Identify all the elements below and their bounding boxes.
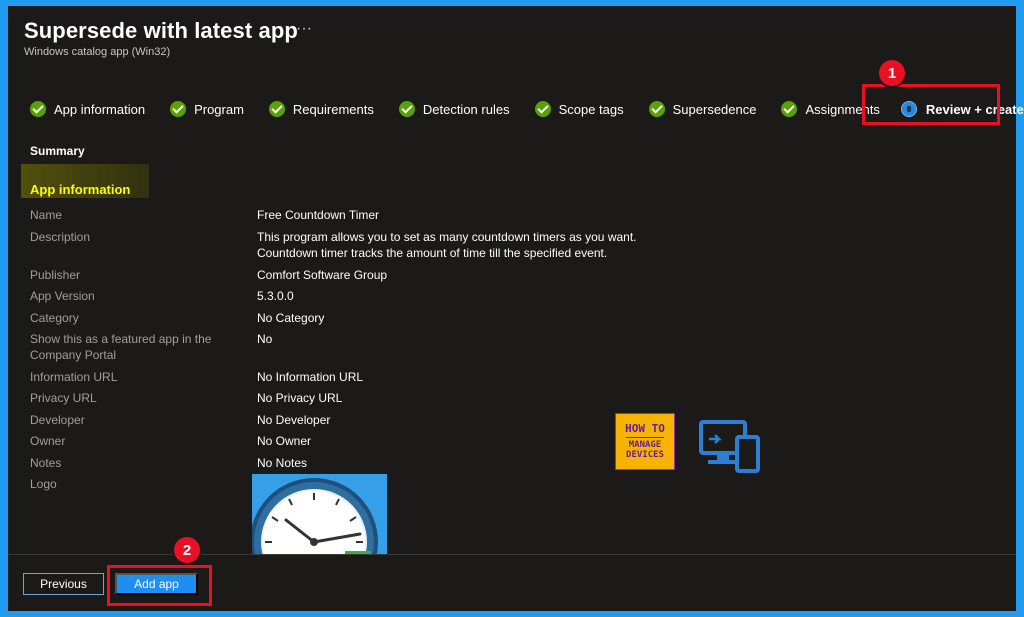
check-circle-icon [268,101,285,117]
step-program[interactable]: Program [170,101,244,117]
check-circle-icon [534,101,551,117]
row-value: No Information URL [257,370,364,384]
row-key: Logo [30,477,57,491]
check-circle-icon [648,101,665,117]
row-value: No Privacy URL [257,391,343,405]
app-logo-image [252,474,387,555]
step-label: Supersedence [672,101,757,117]
row-key-line: Show this as a featured app in the [30,332,212,346]
page-title: Supersede with latest app [24,18,298,43]
row-key: App Version [30,289,95,303]
callout-badge-1: 1 [879,60,905,86]
row-value: This program allows you to set as many c… [257,229,677,261]
row-key: Notes [30,456,62,470]
row-value: No Owner [257,434,312,448]
callout-box-add-app [107,565,212,606]
page-subtitle: Windows catalog app (Win32) [24,46,171,58]
step-requirements[interactable]: Requirements [268,101,374,117]
previous-button[interactable]: Previous [23,573,104,595]
footer-divider [8,554,1016,555]
row-key: Show this as a featured app in the Compa… [30,331,230,363]
step-label: App information [54,101,146,117]
row-key: Privacy URL [30,391,97,405]
step-label: Detection rules [422,101,510,117]
row-key: Owner [30,434,66,448]
check-circle-icon [170,101,187,117]
step-app-information[interactable]: App information [30,101,145,117]
step-detection-rules[interactable]: Detection rules [398,101,510,117]
step-label: Requirements [292,101,374,117]
check-circle-icon [781,101,798,117]
row-value-line: This program allows you to set as many c… [257,230,637,244]
more-options-button[interactable]: ··· [296,20,312,38]
step-supersedence[interactable]: Supersedence [648,101,757,117]
row-value: No Developer [257,413,331,427]
row-key: Information URL [30,370,118,384]
step-scope-tags[interactable]: Scope tags [534,101,624,117]
devices-icon [699,420,760,473]
row-key-line: Company Portal [30,348,117,362]
step-label: Program [194,101,244,117]
clock-icon [252,478,378,555]
row-key: Developer [30,413,85,427]
step-label: Scope tags [558,101,624,117]
row-value: No Category [257,311,325,325]
row-value: No Notes [257,456,308,470]
row-key: Publisher [30,268,81,282]
how-to-manage-devices-logo: HOW TO MANAGE DEVICES [615,413,675,470]
row-key: Description [30,230,91,244]
row-value: 5.3.0.0 [257,289,294,303]
row-key: Name [30,208,63,222]
callout-badge-2: 2 [174,537,200,563]
row-value: Free Countdown Timer [257,208,380,222]
row-value: No [257,332,273,346]
row-value-line: Countdown timer tracks the amount of tim… [257,246,608,260]
app-wizard-panel: Supersede with latest app ··· Windows ca… [8,6,1024,611]
check-circle-icon [398,101,415,117]
callout-box-review-create [862,84,1000,125]
check-circle-icon [30,101,46,117]
row-value: Comfort Software Group [257,268,388,282]
row-key: Category [30,311,79,325]
section-title-app-information: App information [30,182,131,197]
summary-heading: Summary [30,144,85,158]
